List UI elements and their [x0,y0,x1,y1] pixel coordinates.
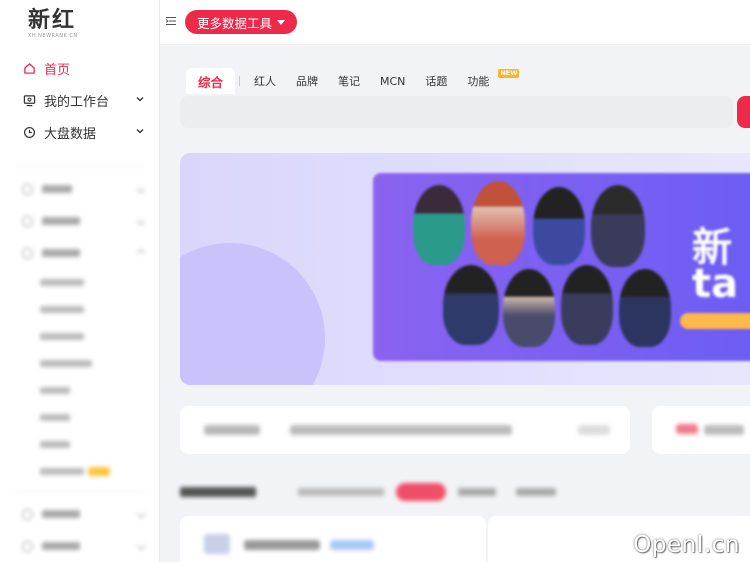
search-button[interactable] [737,96,750,128]
divider [14,166,146,167]
sidebar-subitem-blurred[interactable] [0,431,160,458]
sidebar: 新红 XH.NEWRANK.CN 首页 我的工作台 大盘数据 [0,0,160,562]
sidebar-item-blurred[interactable] [0,530,160,562]
sidebar-nav: 首页 我的工作台 大盘数据 [0,52,160,148]
sidebar-item-market[interactable]: 大盘数据 [0,116,160,148]
menu-icon [22,508,33,520]
menu-collapse-icon[interactable] [166,16,176,26]
sidebar-subitem-blurred[interactable] [0,458,160,485]
sidebar-item-blurred[interactable] [0,205,160,237]
logo-subtext: XH.NEWRANK.CN [28,33,78,39]
divider [239,76,241,86]
search-section: 综合 红人 品牌 笔记 MCN 话题 功能 NEW [180,68,750,130]
chevron-down-icon[interactable] [134,125,146,137]
sidebar-item-workbench[interactable]: 我的工作台 [0,84,160,116]
workbench-icon [22,93,36,107]
menu-icon [22,215,33,227]
logo-text: 新红 [28,7,77,33]
caret-down-icon [277,19,286,25]
watermark: OpenI.cn [633,532,740,558]
logo[interactable]: 新红 XH.NEWRANK.CN [28,8,78,39]
promo-banner[interactable]: 新 ta [180,153,750,385]
tab-general[interactable]: 综合 [186,68,236,94]
chevron-down-icon[interactable] [134,93,146,105]
menu-icon [22,540,33,552]
search-input[interactable] [180,96,733,128]
announcement-bar-secondary[interactable] [652,406,750,454]
sidebar-subitem-blurred[interactable] [0,404,160,431]
ranking-tabs [180,483,740,503]
menu-icon [22,183,33,195]
top-bar: 更多数据工具 [160,0,750,45]
main-content: 综合 红人 品牌 笔记 MCN 话题 功能 NEW 新 ta [160,46,750,562]
app-root: 新红 XH.NEWRANK.CN 首页 我的工作台 大盘数据 更多数据工具 综合… [0,0,750,562]
banner-headline-2: ta [692,261,739,307]
tab-influencer[interactable]: 红人 [244,68,286,94]
sidebar-item-blurred[interactable] [0,498,160,530]
banner-cta-pill[interactable] [680,313,750,329]
more-data-tools-button[interactable]: 更多数据工具 [185,10,298,34]
sidebar-subitem-blurred[interactable] [0,269,160,296]
home-icon [22,61,36,75]
dashboard-icon [22,125,36,139]
sidebar-subitem-blurred[interactable] [0,323,160,350]
tab-features-label: 功能 [467,75,490,88]
sidebar-blurred-items [0,160,160,562]
tab-brand[interactable]: 品牌 [286,68,328,94]
more-data-tools-label: 更多数据工具 [197,16,273,31]
announcement-bar[interactable] [180,406,630,454]
sidebar-item-home[interactable]: 首页 [0,52,160,84]
sidebar-subitem-blurred[interactable] [0,350,160,377]
tab-mcn[interactable]: MCN [370,68,415,94]
tab-features[interactable]: 功能 NEW [457,68,520,94]
sidebar-subitem-blurred[interactable] [0,377,160,404]
tab-notes[interactable]: 笔记 [328,68,370,94]
tab-topic[interactable]: 话题 [415,68,457,94]
sidebar-item-label: 大盘数据 [44,126,97,142]
sidebar-item-blurred[interactable] [0,237,160,269]
sidebar-item-blurred[interactable] [0,173,160,205]
banner-decoration [180,243,325,385]
sidebar-item-label: 我的工作台 [44,94,110,110]
sidebar-item-label: 首页 [44,62,71,78]
menu-icon [22,247,33,259]
new-badge: NEW [498,69,520,78]
ranking-card[interactable] [180,516,486,562]
sidebar-subitem-blurred[interactable] [0,296,160,323]
divider [14,491,146,492]
search-tabs: 综合 红人 品牌 笔记 MCN 话题 功能 NEW [186,68,520,94]
